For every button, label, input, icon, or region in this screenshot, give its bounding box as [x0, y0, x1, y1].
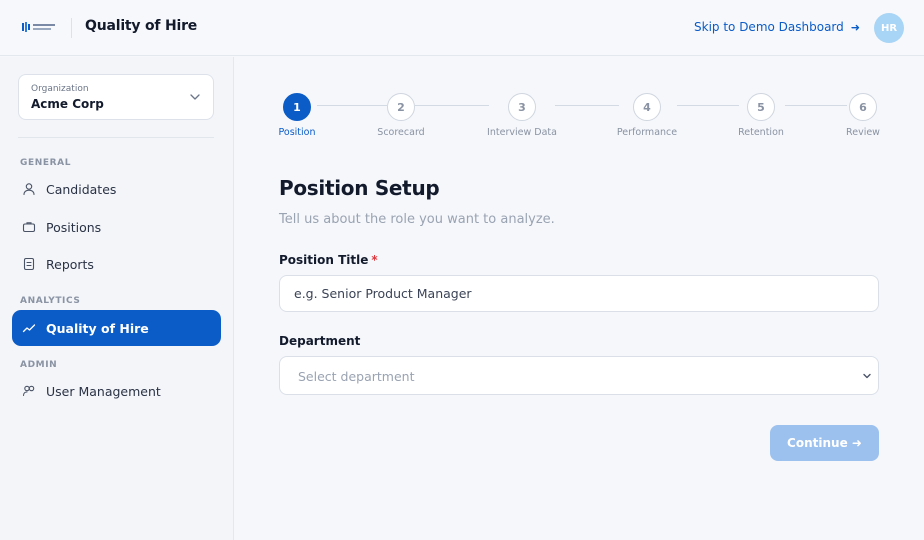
sidebar-item-label: Reports — [46, 256, 94, 272]
sidebar-divider — [18, 137, 214, 138]
page-subtitle: Tell us about the role you want to analy… — [279, 212, 555, 227]
step-connector — [785, 105, 847, 106]
sidebar-item-user-management[interactable]: User Management — [12, 374, 221, 408]
organization-label: Organization — [31, 84, 89, 94]
page-title: Position Setup — [279, 176, 440, 200]
sidebar: Organization Acme Corp GENERAL Candidate… — [0, 57, 234, 540]
skip-to-demo-dashboard-link[interactable]: Skip to Demo Dashboard ➜ — [694, 20, 860, 34]
app-title: Quality of Hire — [85, 18, 198, 34]
users-icon — [22, 384, 36, 398]
progress-stepper: 1 2 3 4 5 6 Position Scorecard Interview… — [235, 57, 924, 147]
step-label-position: Position — [278, 127, 316, 138]
section-title-analytics: ANALYTICS — [20, 296, 81, 306]
step-connector — [677, 105, 739, 106]
chevron-down-icon — [190, 94, 200, 100]
step-5[interactable]: 5 — [747, 93, 775, 121]
department-label: Department — [279, 334, 361, 348]
sidebar-item-positions[interactable]: Positions — [12, 210, 221, 244]
chevron-down-icon — [863, 373, 871, 379]
step-connector — [317, 105, 387, 106]
sidebar-item-candidates[interactable]: Candidates — [12, 172, 221, 206]
skip-link-label: Skip to Demo Dashboard — [694, 20, 844, 34]
step-6[interactable]: 6 — [849, 93, 877, 121]
sidebar-item-label: Candidates — [46, 181, 117, 197]
user-avatar[interactable]: HR — [874, 13, 904, 43]
sidebar-item-label: Quality of Hire — [46, 320, 149, 336]
sidebar-item-reports[interactable]: Reports — [12, 247, 221, 281]
department-select-value: Select department — [298, 369, 415, 384]
position-title-label: Position Title * — [279, 253, 378, 267]
department-select[interactable]: Select department — [279, 356, 879, 395]
sidebar-item-quality-of-hire[interactable]: Quality of Hire — [12, 310, 221, 346]
briefcase-icon — [22, 220, 36, 234]
required-marker: * — [371, 253, 378, 267]
company-logo — [22, 22, 55, 32]
step-connector — [415, 105, 489, 106]
step-label-review: Review — [846, 127, 880, 138]
header-divider — [71, 18, 72, 38]
step-label-retention: Retention — [738, 127, 784, 138]
organization-select[interactable]: Organization Acme Corp — [18, 74, 214, 120]
section-title-general: GENERAL — [20, 158, 72, 168]
step-1[interactable]: 1 — [283, 93, 311, 121]
position-title-label-text: Position Title — [279, 253, 369, 267]
step-2[interactable]: 2 — [387, 93, 415, 121]
step-label-interview-data: Interview Data — [487, 127, 557, 138]
trend-line-icon — [22, 321, 36, 335]
arrow-right-icon: ➜ — [850, 20, 860, 34]
sidebar-item-label: Positions — [46, 219, 102, 235]
step-connector — [555, 105, 619, 106]
user-icon — [22, 182, 36, 196]
step-label-performance: Performance — [616, 127, 678, 138]
organization-value: Acme Corp — [31, 97, 104, 111]
main-content: 1 2 3 4 5 6 Position Scorecard Interview… — [235, 57, 924, 540]
position-title-input[interactable] — [279, 275, 879, 312]
continue-button[interactable]: Continue ➜ — [770, 425, 879, 461]
document-icon — [22, 257, 36, 271]
sidebar-item-label: User Management — [46, 383, 161, 399]
step-3[interactable]: 3 — [508, 93, 536, 121]
section-title-admin: ADMIN — [20, 360, 58, 370]
top-header: Quality of Hire Skip to Demo Dashboard ➜… — [0, 0, 924, 56]
step-label-scorecard: Scorecard — [377, 127, 425, 138]
step-4[interactable]: 4 — [633, 93, 661, 121]
